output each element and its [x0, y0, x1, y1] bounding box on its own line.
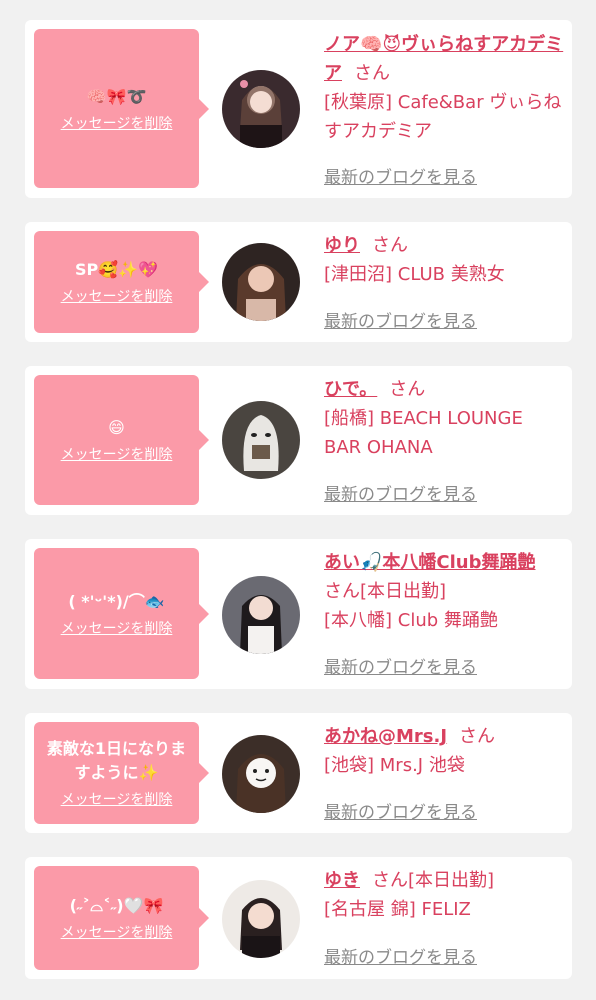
cast-info: ひで。 さん [船橋] BEACH LOUNGE BAR OHANA — [324, 375, 564, 462]
honorific: さん — [354, 63, 390, 84]
message-card: (˶˃⌓˂˶)🤍🎀 メッセージを削除 ゆき さん[本日出勤] [名古屋 錦] FE… — [25, 857, 572, 979]
delete-message-link[interactable]: メッセージを削除 — [61, 922, 173, 942]
cast-info: あかね@Mrs.J さん [池袋] Mrs.J 池袋 — [324, 722, 564, 780]
honorific: さん — [459, 726, 496, 747]
status-badge: [本日出勤] — [360, 581, 447, 602]
latest-blog-link[interactable]: 最新のブログを見る — [324, 653, 477, 678]
message-card: 素敵な1日になりますように✨ メッセージを削除 あかね@Mrs.J さん [池袋]… — [25, 713, 572, 833]
latest-blog-link[interactable]: 最新のブログを見る — [324, 480, 477, 505]
delete-message-link[interactable]: メッセージを削除 — [61, 444, 173, 464]
delete-message-link[interactable]: メッセージを削除 — [61, 113, 173, 133]
delete-message-link[interactable]: メッセージを削除 — [61, 789, 173, 809]
cast-info: ゆき さん[本日出勤] [名古屋 錦] FELIZ — [324, 866, 564, 924]
honorific: さん — [324, 581, 360, 602]
avatar[interactable] — [222, 880, 300, 958]
message-text: 素敵な1日になりますように✨ — [46, 739, 187, 782]
latest-blog-link[interactable]: 最新のブログを見る — [324, 943, 477, 968]
delete-message-link[interactable]: メッセージを削除 — [61, 286, 173, 306]
latest-blog-link[interactable]: 最新のブログを見る — [324, 163, 477, 188]
shop-name: [本八幡] Club 舞踊艶 — [324, 610, 498, 631]
message-card: 🧠🎀➰ メッセージを削除 ノア🧠😈ヴぃらねすアカデミア さん [秋葉原] Cafe… — [25, 20, 572, 198]
message-card: 😄 メッセージを削除 ひで。 さん [船橋] BEACH LOUNGE BAR O… — [25, 366, 572, 515]
message-text: SP🥰✨💖 — [74, 260, 158, 279]
honorific: さん — [389, 379, 426, 400]
avatar[interactable] — [222, 70, 300, 148]
message-card: ( *'ᵕ'*)/⌒🐟 メッセージを削除 あい🎣本八幡Club舞踊艶さん[本日出… — [25, 539, 572, 689]
avatar[interactable] — [222, 576, 300, 654]
delete-message-link[interactable]: メッセージを削除 — [61, 618, 173, 638]
cast-info: あい🎣本八幡Club舞踊艶さん[本日出勤] [本八幡] Club 舞踊艶 — [324, 548, 564, 635]
cast-name-link[interactable]: ゆき — [324, 870, 360, 891]
cast-name-link[interactable]: あかね@Mrs.J — [324, 726, 447, 747]
message-bubble: 🧠🎀➰ メッセージを削除 — [34, 29, 209, 188]
cast-name-link[interactable]: あい🎣本八幡Club舞踊艶 — [324, 552, 536, 573]
cast-info: ゆり さん [津田沼] CLUB 美熟女 — [324, 231, 564, 289]
shop-name: [池袋] Mrs.J 池袋 — [324, 755, 465, 776]
message-text: 😄 — [108, 418, 125, 437]
message-text: ( *'ᵕ'*)/⌒🐟 — [68, 591, 165, 611]
cast-name-link[interactable]: ひで。 — [324, 379, 377, 400]
message-bubble: 素敵な1日になりますように✨ メッセージを削除 — [34, 722, 209, 824]
message-text: 🧠🎀➰ — [86, 86, 147, 106]
cast-info: ノア🧠😈ヴぃらねすアカデミア さん [秋葉原] Cafe&Bar ヴぃらねすアカデ… — [324, 30, 564, 146]
shop-name: [船橋] BEACH LOUNGE BAR OHANA — [324, 408, 523, 458]
message-card: SP🥰✨💖 メッセージを削除 ゆり さん [津田沼] CLUB 美熟女 最新のブロ… — [25, 222, 572, 342]
honorific: さん — [372, 235, 408, 256]
latest-blog-link[interactable]: 最新のブログを見る — [324, 798, 477, 823]
status-badge: [本日出勤] — [408, 870, 495, 891]
message-bubble: (˶˃⌓˂˶)🤍🎀 メッセージを削除 — [34, 866, 209, 970]
honorific: さん — [372, 870, 408, 891]
message-text: (˶˃⌓˂˶)🤍🎀 — [69, 896, 164, 915]
shop-name: [秋葉原] Cafe&Bar ヴぃらねすアカデミア — [324, 92, 562, 142]
avatar[interactable] — [222, 401, 300, 479]
shop-name: [名古屋 錦] FELIZ — [324, 899, 471, 920]
latest-blog-link[interactable]: 最新のブログを見る — [324, 307, 477, 332]
message-bubble: 😄 メッセージを削除 — [34, 375, 209, 505]
message-bubble: SP🥰✨💖 メッセージを削除 — [34, 231, 209, 333]
message-bubble: ( *'ᵕ'*)/⌒🐟 メッセージを削除 — [34, 548, 209, 679]
shop-name: [津田沼] CLUB 美熟女 — [324, 264, 505, 285]
avatar[interactable] — [222, 735, 300, 813]
cast-name-link[interactable]: ゆり — [324, 235, 360, 256]
avatar[interactable] — [222, 243, 300, 321]
